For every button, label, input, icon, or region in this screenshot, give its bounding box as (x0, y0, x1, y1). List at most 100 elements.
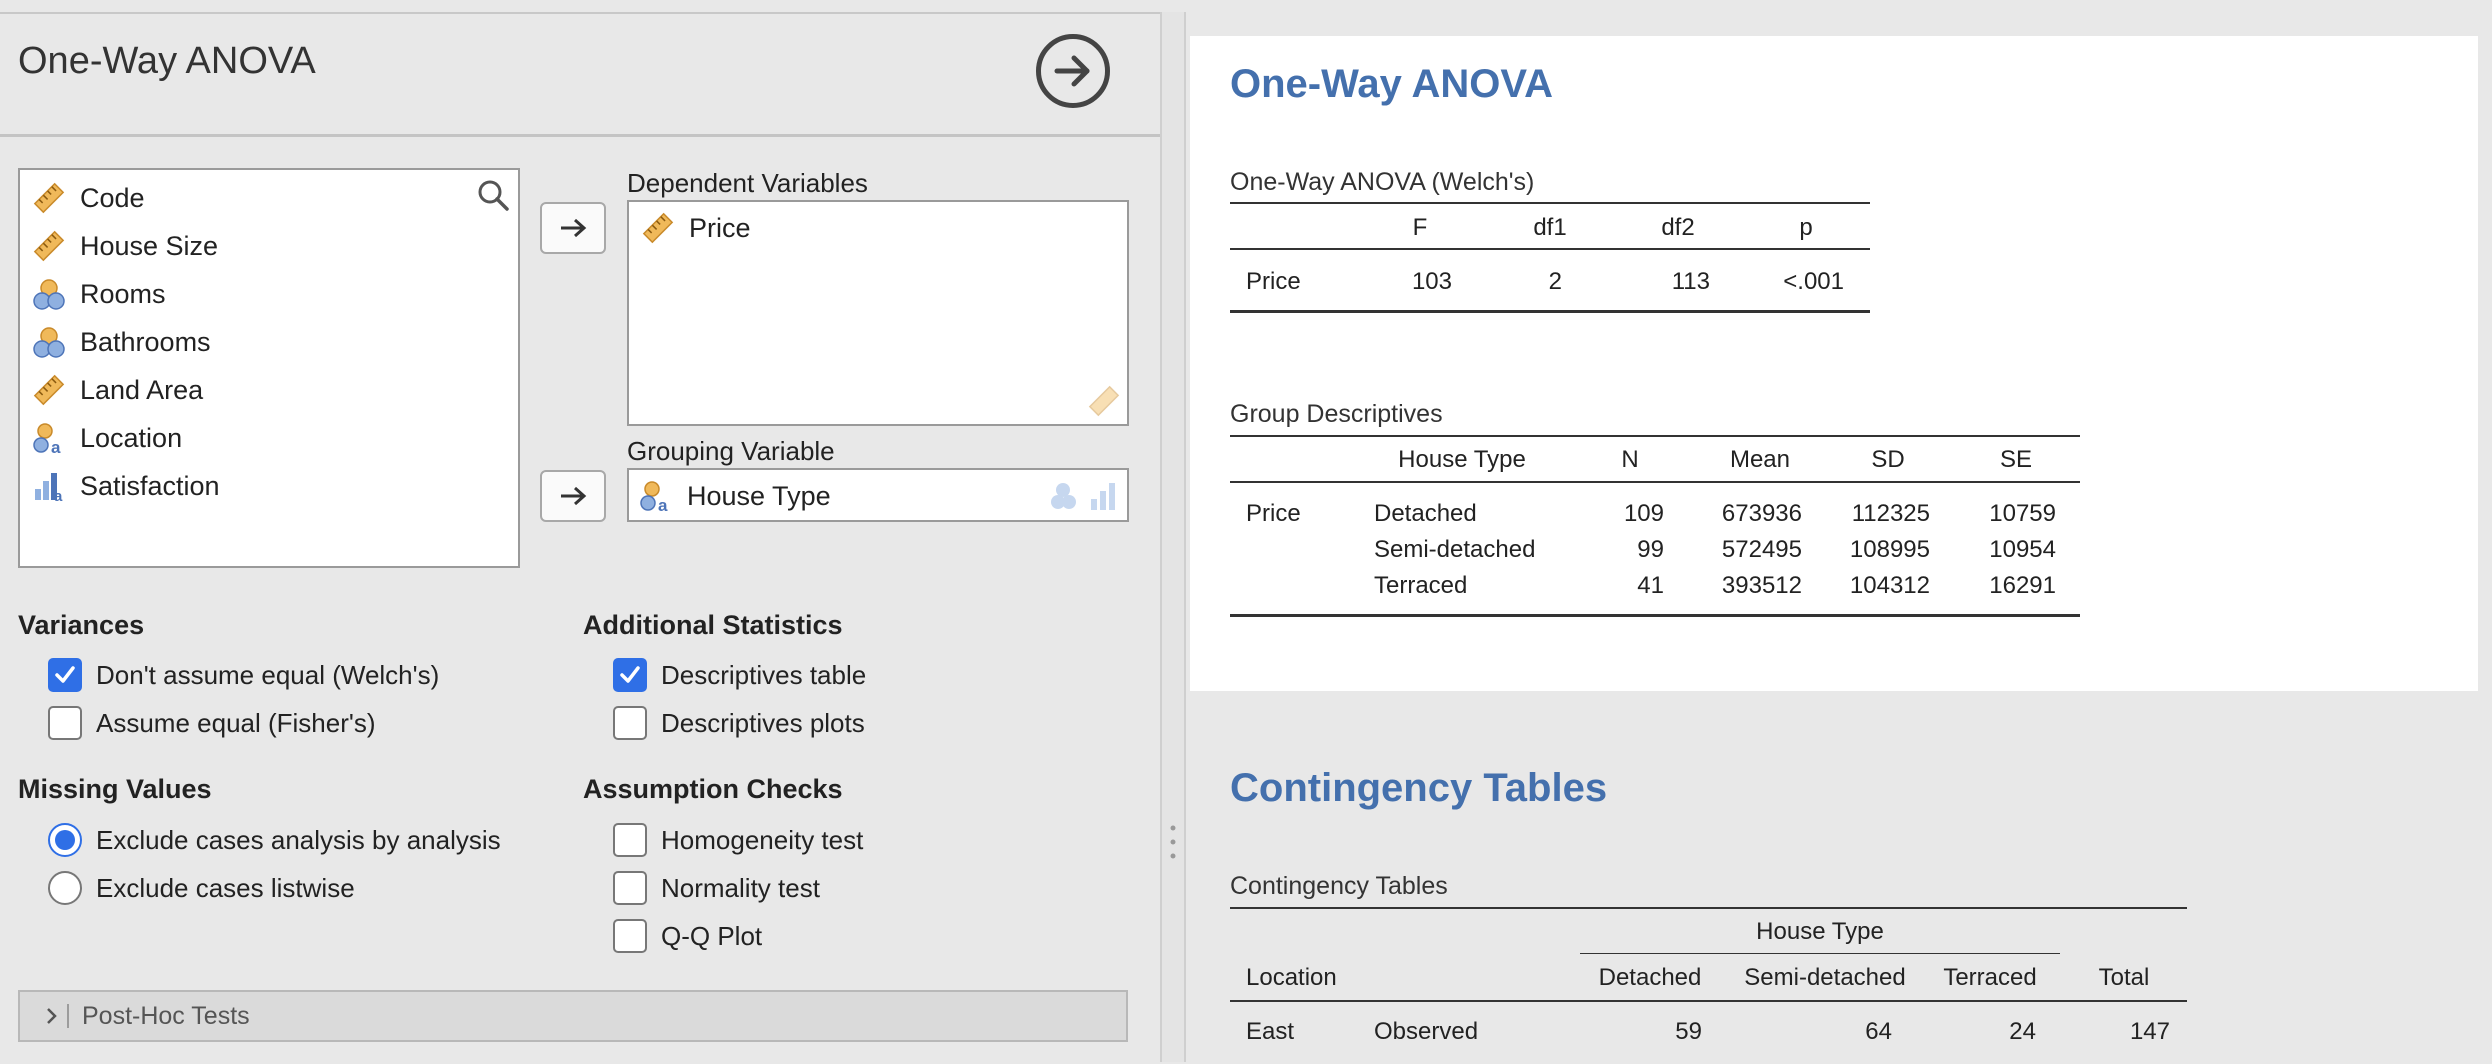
column-header: Semi-detached (1744, 964, 1906, 991)
table-cell: Semi-detached (1374, 536, 1536, 563)
table-cell: 64 (1865, 1018, 1892, 1045)
checkmark-icon (55, 666, 75, 683)
variable-item-code[interactable]: Code (32, 178, 145, 218)
option-descriptives-plots[interactable]: Descriptives plots (613, 706, 865, 740)
svg-text:a: a (658, 496, 668, 513)
arrow-right-icon (561, 486, 587, 506)
variances-heading: Variances (18, 610, 145, 640)
option-label: Homogeneity test (661, 824, 864, 855)
assumption-checks-heading: Assumption Checks (583, 774, 843, 804)
svg-text:a: a (51, 438, 61, 455)
row-label: Price (1246, 268, 1301, 295)
grouping-item-house-type[interactable]: a House Type (639, 476, 831, 516)
option-homogeneity[interactable]: Homogeneity test (613, 823, 863, 857)
checkmark-icon (620, 666, 640, 683)
chevron-right-icon (47, 1004, 69, 1028)
option-exclude-analysis[interactable]: Exclude cases analysis by analysis (48, 823, 501, 857)
table-cell: 16291 (1989, 572, 2056, 599)
qq-plot-checkbox[interactable] (613, 919, 647, 953)
column-header: df1 (1533, 214, 1567, 241)
welch-checkbox[interactable] (48, 658, 82, 692)
variable-item-land-area[interactable]: Land Area (32, 370, 203, 410)
variable-name: House Type (687, 480, 831, 511)
option-label: Descriptives plots (661, 707, 865, 738)
option-label: Exclude cases listwise (96, 872, 355, 903)
post-hoc-tests-label: Post-Hoc Tests (82, 1001, 250, 1030)
grouping-variable-box[interactable]: a House Type (627, 468, 1129, 522)
homogeneity-checkbox[interactable] (613, 823, 647, 857)
descriptives-table-title: Group Descriptives (1230, 400, 1443, 428)
option-label: Exclude cases analysis by analysis (96, 824, 501, 855)
table-cell: 10954 (1989, 536, 2056, 563)
column-header: Terraced (1943, 964, 2037, 991)
column-header: SD (1871, 446, 1905, 473)
exclude-listwise-radio[interactable] (48, 871, 82, 905)
variable-name: House Size (80, 230, 219, 261)
continuous-ruler-icon (33, 230, 65, 262)
row-label: Price (1246, 500, 1301, 527)
option-label: Q-Q Plot (661, 920, 763, 951)
variable-name: Satisfaction (80, 470, 220, 501)
column-header: p (1799, 214, 1813, 241)
table-rule (1230, 1000, 2187, 1002)
variable-item-location[interactable]: a Location (32, 418, 182, 458)
dependent-variables-box[interactable]: Price (627, 200, 1129, 426)
arrow-right-icon (561, 218, 587, 238)
column-header: Total (2098, 964, 2150, 991)
table-cell: Detached (1374, 500, 1477, 527)
option-exclude-listwise[interactable]: Exclude cases listwise (48, 871, 355, 905)
continuous-ruler-icon (33, 182, 65, 214)
variable-item-bathrooms[interactable]: Bathrooms (32, 322, 211, 362)
column-header: SE (1999, 446, 2032, 473)
search-icon[interactable] (476, 178, 510, 212)
panel-splitter[interactable] (1160, 12, 1186, 1062)
variable-item-satisfaction[interactable]: a Satisfaction (32, 466, 220, 506)
dependent-item-price[interactable]: Price (641, 208, 751, 248)
column-group-header: House Type (1756, 918, 1884, 945)
title-divider (0, 134, 1160, 137)
table-cell: Terraced (1374, 572, 1468, 599)
table-rule (1230, 310, 1870, 313)
option-qq-plot[interactable]: Q-Q Plot (613, 919, 762, 953)
option-label: Don't assume equal (Welch's) (96, 659, 440, 690)
nominal-text-icon: a (33, 423, 61, 455)
option-label: Normality test (661, 872, 820, 903)
variables-list[interactable]: Code House Size Rooms Bathrooms Land Are… (18, 168, 520, 568)
column-header: Location (1246, 964, 1337, 991)
contingency-table-title: Contingency Tables (1230, 872, 1448, 900)
variable-item-house-size[interactable]: House Size (32, 226, 218, 266)
ordinal-circles-icon (33, 279, 65, 310)
column-header: Mean (1729, 446, 1791, 473)
table-cell: 104312 (1849, 572, 1930, 599)
move-to-grouping-button[interactable] (540, 470, 606, 522)
row-label: East (1246, 1018, 1295, 1045)
exclude-analysis-radio[interactable] (48, 823, 82, 857)
contingency-results-heading: Contingency Tables (1230, 766, 1608, 810)
option-descriptives-table[interactable]: Descriptives table (613, 658, 866, 692)
table-rule (1230, 481, 2080, 483)
table-cell: 109 (1623, 500, 1664, 527)
welch-table-title: One-Way ANOVA (Welch's) (1230, 168, 1535, 196)
variable-name: Bathrooms (80, 326, 211, 357)
move-to-dependent-button[interactable] (540, 202, 606, 254)
table-cell: 147 (2129, 1018, 2170, 1045)
variable-name: Location (80, 422, 183, 453)
option-fisher[interactable]: Assume equal (Fisher's) (48, 706, 376, 740)
table-rule (1230, 614, 2080, 617)
descriptives-table-checkbox[interactable] (613, 658, 647, 692)
table-cell: 41 (1637, 572, 1664, 599)
column-header: df2 (1661, 214, 1695, 241)
table-cell: 103 (1411, 268, 1452, 295)
option-welch[interactable]: Don't assume equal (Welch's) (48, 658, 439, 692)
normality-checkbox[interactable] (613, 871, 647, 905)
post-hoc-tests-section[interactable]: Post-Hoc Tests (18, 990, 1128, 1042)
variable-item-rooms[interactable]: Rooms (32, 274, 166, 314)
fisher-checkbox[interactable] (48, 706, 82, 740)
panel-title: One-Way ANOVA (18, 40, 316, 82)
variable-name: Price (689, 212, 751, 243)
table-cell: 24 (2009, 1018, 2036, 1045)
option-normality[interactable]: Normality test (613, 871, 820, 905)
descriptives-plots-checkbox[interactable] (613, 706, 647, 740)
run-analysis-button[interactable] (1036, 34, 1110, 108)
dependent-variables-label: Dependent Variables (627, 168, 868, 198)
